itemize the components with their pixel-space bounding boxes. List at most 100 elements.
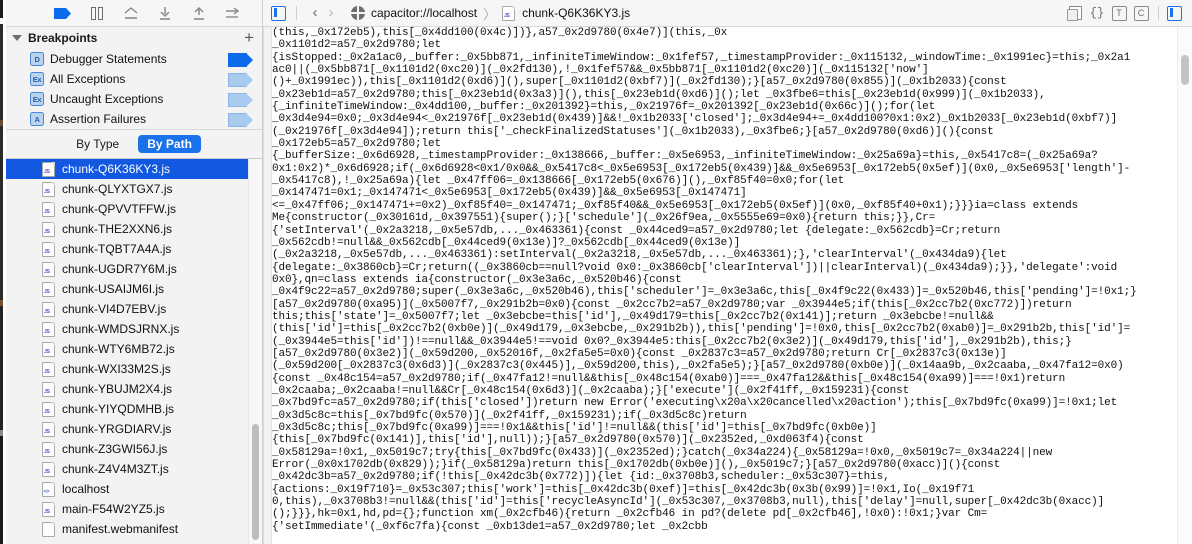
- exception-icon: Ex: [30, 72, 44, 86]
- breakpoints-title: Breakpoints: [28, 31, 98, 45]
- copy-icon[interactable]: [1064, 5, 1086, 21]
- step-icon[interactable]: [224, 5, 242, 21]
- step-into-icon[interactable]: [156, 5, 174, 21]
- breakpoints-list: D Debugger Statements Ex All Exceptions …: [6, 49, 262, 129]
- file-list-item[interactable]: JS chunk-Q6K36KY3.js: [6, 159, 262, 179]
- js-file-icon: JS: [42, 281, 55, 297]
- divider: [1158, 6, 1159, 20]
- step-out-icon[interactable]: [190, 5, 208, 21]
- file-name-label: chunk-Q6K36KY3.js: [62, 162, 171, 176]
- js-file-icon: JS: [42, 221, 55, 237]
- sidebar-scrollbar-thumb[interactable]: [252, 424, 259, 540]
- breakpoint-toggle[interactable]: [228, 73, 253, 87]
- js-file-icon: JS: [42, 381, 55, 397]
- file-name-label: main-F54W2YZ5.js: [62, 502, 165, 516]
- breakpoint-row-debugger-statements[interactable]: D Debugger Statements: [6, 49, 262, 69]
- file-list-item[interactable]: JS chunk-YBUJM2X4.js: [6, 379, 262, 399]
- pause-icon[interactable]: [88, 5, 106, 21]
- forward-button[interactable]: ›: [323, 5, 339, 20]
- file-name-label: manifest.webmanifest: [62, 522, 179, 536]
- js-file-icon: JS: [502, 5, 516, 21]
- source-navbar: ‹ › capacitor://localhost 〉 JS chunk-Q6K…: [263, 0, 1192, 27]
- step-over-icon[interactable]: [122, 5, 140, 21]
- code-scroll-area[interactable]: (this,_0x172eb5),this[_0x4dd100(0x4c)])}…: [272, 27, 1192, 544]
- debugger-toolbar: [6, 0, 262, 27]
- file-list-item[interactable]: JS chunk-WMDSJRNX.js: [6, 319, 262, 339]
- toggle-details-icon[interactable]: [1167, 5, 1182, 21]
- grouping-segmented-control: By Type By Path: [6, 129, 262, 159]
- globe-icon: [351, 6, 365, 20]
- breakpoint-label: All Exceptions: [50, 72, 126, 86]
- file-list-item[interactable]: JS chunk-THE2XXN6.js: [6, 219, 262, 239]
- file-list-item[interactable]: JS manifest.webmanifest: [6, 519, 262, 539]
- file-name-label: chunk-QLYXTGX7.js: [62, 182, 173, 196]
- file-list-item[interactable]: JS chunk-UGDR7Y6M.js: [6, 259, 262, 279]
- text-mode-icon[interactable]: T: [1108, 5, 1130, 21]
- code-scrollbar-track[interactable]: [1177, 27, 1192, 544]
- segment-by-type[interactable]: By Type: [67, 135, 128, 153]
- debugger-statement-icon: D: [30, 52, 44, 66]
- divider: [296, 6, 297, 20]
- js-file-icon: JS: [42, 461, 55, 477]
- breakpoint-toggle[interactable]: [228, 113, 253, 127]
- file-name-label: chunk-Z4V4M3ZT.js: [62, 462, 169, 476]
- breakpoints-header[interactable]: Breakpoints +: [6, 27, 262, 49]
- breadcrumb-file[interactable]: chunk-Q6K36KY3.js: [522, 6, 630, 20]
- pretty-print-icon[interactable]: {}: [1086, 5, 1108, 21]
- disclosure-triangle-icon[interactable]: [12, 35, 22, 41]
- file-list-item[interactable]: JS chunk-VI4D7EBV.js: [6, 299, 262, 319]
- toggle-sidebar-icon[interactable]: [271, 5, 286, 21]
- file-list-item[interactable]: JS chunk-YIYQDMHB.js: [6, 399, 262, 419]
- breadcrumb-origin[interactable]: capacitor://localhost: [371, 6, 477, 20]
- file-list-item[interactable]: JS chunk-YRGDIARV.js: [6, 419, 262, 439]
- breakpoint-toggle[interactable]: [228, 53, 253, 67]
- file-list-item[interactable]: JS main-F54W2YZ5.js: [6, 499, 262, 519]
- file-list-item[interactable]: <> localhost: [6, 479, 262, 499]
- breakpoint-label: Uncaught Exceptions: [50, 92, 164, 106]
- file-list-item[interactable]: JS chunk-USAIJM6I.js: [6, 279, 262, 299]
- js-file-icon: JS: [42, 321, 55, 337]
- breakpoint-label: Debugger Statements: [50, 52, 167, 66]
- file-list-item[interactable]: JS chunk-WXI33M2S.js: [6, 359, 262, 379]
- adjacent-window-strip: [0, 0, 3, 544]
- js-file-icon: JS: [42, 261, 55, 277]
- js-file-icon: JS: [42, 441, 55, 457]
- js-file-icon: JS: [42, 161, 55, 177]
- js-file-icon: JS: [42, 181, 55, 197]
- file-list[interactable]: JS chunk-Q6K36KY3.js JS chunk-QLYXTGX7.js JS…: [6, 159, 262, 544]
- continuous-icon[interactable]: C: [1130, 5, 1152, 21]
- back-button[interactable]: ‹: [307, 5, 323, 20]
- file-list-item[interactable]: JS chunk-TQBT7A4A.js: [6, 239, 262, 259]
- breakpoint-toggle[interactable]: [228, 93, 253, 107]
- editor-gutter[interactable]: [264, 27, 272, 544]
- breakpoint-flag-icon[interactable]: [54, 5, 72, 21]
- file-name-label: chunk-TQBT7A4A.js: [62, 242, 172, 256]
- file-list-item[interactable]: JS chunk-Z4V4M3ZT.js: [6, 459, 262, 479]
- assertion-icon: A: [30, 112, 44, 126]
- breadcrumb-separator: 〉: [483, 6, 497, 22]
- js-file-icon: JS: [42, 241, 55, 257]
- file-list-item[interactable]: JS chunk-WTY6MB72.js: [6, 339, 262, 359]
- exception-icon: Ex: [30, 92, 44, 106]
- file-name-label: chunk-QPVVTFFW.js: [62, 202, 177, 216]
- file-name-label: chunk-USAIJM6I.js: [62, 282, 165, 296]
- file-name-label: chunk-YRGDIARV.js: [62, 422, 172, 436]
- file-list-item[interactable]: JS chunk-Z3GWI56J.js: [6, 439, 262, 459]
- breakpoint-row-all-exceptions[interactable]: Ex All Exceptions: [6, 69, 262, 89]
- segment-by-path[interactable]: By Path: [138, 135, 201, 153]
- file-name-label: localhost: [62, 482, 110, 496]
- file-list-item[interactable]: JS chunk-QLYXTGX7.js: [6, 179, 262, 199]
- js-file-icon: JS: [42, 401, 55, 417]
- debugger-sidebar: Breakpoints + D Debugger Statements Ex A…: [6, 0, 263, 544]
- add-breakpoint-button[interactable]: +: [244, 29, 254, 46]
- code-scrollbar-thumb[interactable]: [1181, 55, 1189, 85]
- js-file-icon: JS: [42, 201, 55, 217]
- file-name-label: chunk-YBUJM2X4.js: [62, 382, 173, 396]
- generic-file-icon: JS: [42, 521, 55, 537]
- source-code: (this,_0x172eb5),this[_0x4dd100(0x4c)])}…: [272, 27, 1137, 533]
- breakpoint-row-assertion-failures[interactable]: A Assertion Failures: [6, 109, 262, 129]
- code-editor[interactable]: (this,_0x172eb5),this[_0x4dd100(0x4c)])}…: [263, 27, 1192, 544]
- file-name-label: chunk-WXI33M2S.js: [62, 362, 171, 376]
- file-list-item[interactable]: JS chunk-QPVVTFFW.js: [6, 199, 262, 219]
- breakpoint-row-uncaught-exceptions[interactable]: Ex Uncaught Exceptions: [6, 89, 262, 109]
